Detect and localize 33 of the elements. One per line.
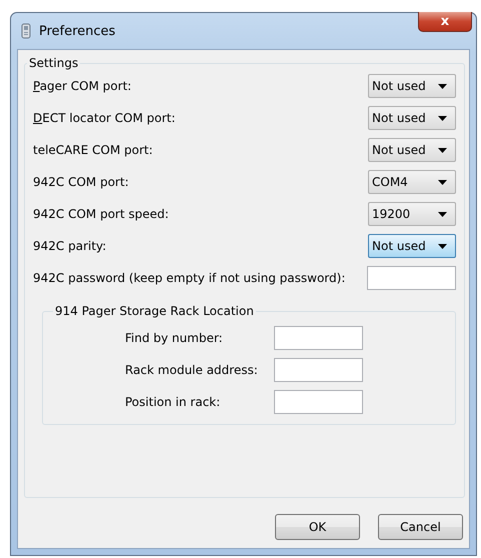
group-title: 914 Pager Storage Rack Location [54, 304, 255, 318]
caret-icon [438, 84, 447, 88]
field-label: Position in rack: [125, 395, 222, 409]
group-title: Settings [28, 56, 80, 70]
caret-icon [438, 212, 447, 216]
dropdown[interactable]: Not used [368, 234, 456, 258]
field-label: Rack module address: [125, 363, 259, 377]
input-field[interactable] [274, 390, 363, 414]
input-field[interactable] [367, 266, 456, 290]
close-button[interactable]: x [418, 12, 472, 32]
field-label: 942C password (keep empty if not using password): [33, 271, 346, 285]
app-icon [21, 23, 31, 39]
dropdown[interactable]: COM4 [368, 170, 456, 194]
input-field[interactable] [274, 326, 363, 350]
field-label: 942C COM port speed: [33, 207, 169, 221]
dropdown[interactable]: Not used [368, 74, 456, 98]
caret-icon [438, 116, 447, 120]
caret-icon [438, 180, 447, 184]
field-label: Find by number: [125, 331, 224, 345]
window-title: Preferences [39, 24, 116, 38]
field-label: Pager COM port: [33, 79, 132, 93]
dropdown[interactable]: 19200 [368, 202, 456, 226]
field-label: DECT locator COM port: [33, 111, 176, 125]
field-label: teleCARE COM port: [33, 143, 153, 157]
field-label: 942C COM port: [33, 175, 129, 189]
field-label: 942C parity: [33, 239, 106, 253]
caret-icon [438, 244, 447, 248]
caret-icon [438, 148, 447, 152]
dropdown[interactable]: Not used [368, 138, 456, 162]
dropdown[interactable]: Not used [368, 106, 456, 130]
dialog-button[interactable]: Cancel [378, 514, 463, 540]
input-field[interactable] [274, 358, 363, 382]
dialog-button[interactable]: OK [275, 514, 360, 540]
